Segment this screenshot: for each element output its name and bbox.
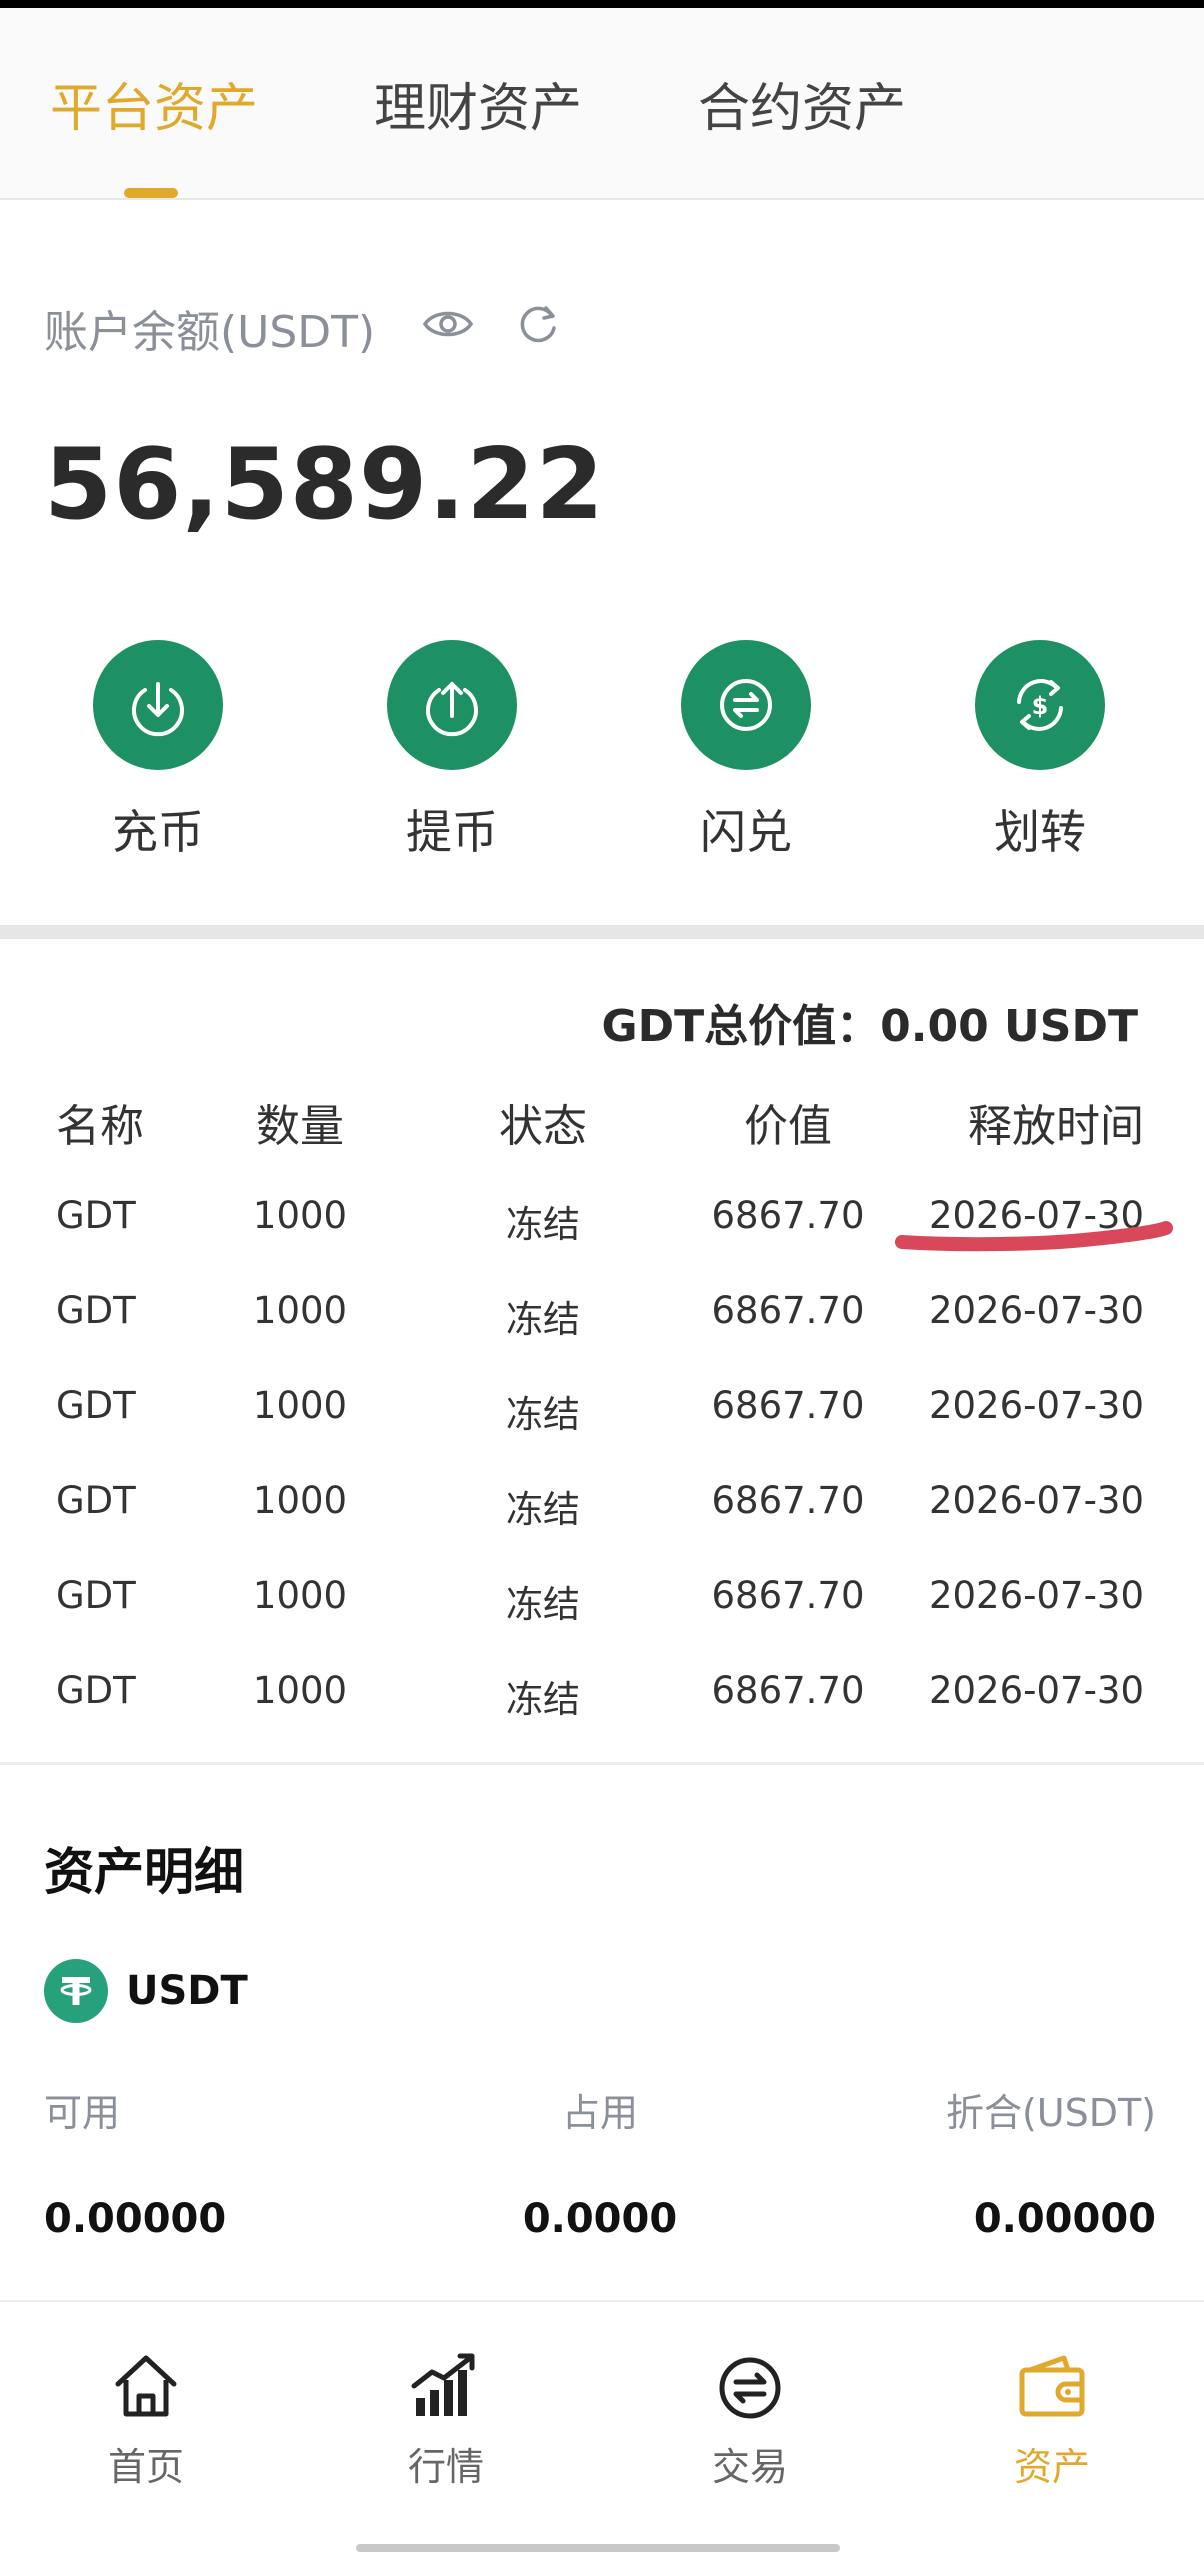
home-icon: [115, 2355, 177, 2417]
home-indicator: [356, 2544, 840, 2552]
available-label: 可用: [44, 2091, 121, 2135]
status-bar: [0, 0, 1204, 8]
table-row: GDT 1000 冻结 6867.70 2026-07-30: [0, 1273, 1204, 1368]
asset-tabs: 平台资产 理财资产 合约资产: [0, 8, 1204, 200]
cell-release-time: 2026-07-30: [928, 1479, 1144, 1522]
cell-value: 6867.70: [711, 1384, 865, 1427]
eye-icon[interactable]: [422, 302, 474, 346]
trade-icon: [719, 2357, 781, 2419]
occupied-label: 占用: [561, 2091, 639, 2135]
nav-home[interactable]: 首页: [46, 2350, 246, 2491]
transfer-icon: $: [975, 640, 1105, 770]
nav-assets[interactable]: 资产: [952, 2350, 1152, 2491]
cell-quantity: 1000: [252, 1289, 348, 1332]
swap-icon: [681, 640, 811, 770]
nav-market-label: 行情: [407, 2445, 484, 2489]
transfer-label: 划转: [994, 805, 1086, 859]
market-chart-icon: [411, 2353, 475, 2416]
withdraw-button[interactable]: 提币: [352, 640, 552, 862]
tab-contract-assets[interactable]: 合约资产: [698, 66, 906, 141]
deposit-label: 充币: [112, 805, 204, 859]
cell-quantity: 1000: [252, 1384, 348, 1427]
withdraw-icon: [387, 640, 517, 770]
transfer-button[interactable]: $ 划转: [940, 640, 1140, 862]
active-tab-indicator: [124, 188, 178, 198]
table-row: GDT 1000 冻结 6867.70 2026-07-30: [0, 1558, 1204, 1653]
swap-button[interactable]: 闪兑: [646, 640, 846, 862]
cell-value: 6867.70: [711, 1574, 865, 1617]
cell-release-time: 2026-07-30: [928, 1289, 1144, 1332]
cell-name: GDT: [56, 1384, 136, 1427]
gdt-total-amount: 0.00 USDT: [880, 1001, 1138, 1052]
header-quantity: 数量: [256, 1101, 344, 1152]
withdraw-label: 提币: [406, 805, 498, 859]
refresh-icon[interactable]: [516, 302, 560, 346]
table-row: GDT 1000 冻结 6867.70 2026-07-30: [0, 1368, 1204, 1463]
gdt-holdings-table: 名称 数量 状态 价值 释放时间 GDT 1000 冻结 6867.70 202…: [0, 1080, 1204, 1748]
cell-status: 冻结: [506, 1488, 580, 1531]
cell-status: 冻结: [506, 1583, 580, 1626]
cell-name: GDT: [56, 1194, 136, 1237]
header-value: 价值: [744, 1101, 832, 1152]
cell-name: GDT: [56, 1289, 136, 1332]
nav-assets-label: 资产: [1013, 2445, 1090, 2489]
cell-name: GDT: [56, 1574, 136, 1617]
cell-quantity: 1000: [252, 1574, 348, 1617]
table-row: GDT 1000 冻结 6867.70 2026-07-30: [0, 1653, 1204, 1748]
red-annotation-stroke: [895, 1221, 1173, 1252]
cell-quantity: 1000: [252, 1669, 348, 1712]
cell-status: 冻结: [506, 1393, 580, 1436]
coin-row[interactable]: USDT: [44, 1956, 248, 2026]
nav-trade-label: 交易: [711, 2445, 788, 2489]
balance-value: 56,589.22: [44, 428, 605, 542]
header-release-time: 释放时间: [968, 1101, 1144, 1152]
available-value: 0.00000: [44, 2196, 227, 2242]
cell-quantity: 1000: [252, 1194, 348, 1237]
header-name: 名称: [56, 1101, 144, 1152]
occupied-value: 0.0000: [522, 2196, 678, 2242]
table-header: 名称 数量 状态 价值 释放时间: [0, 1080, 1204, 1178]
tab-finance-assets[interactable]: 理财资产: [374, 66, 582, 141]
cell-status: 冻结: [506, 1678, 580, 1721]
deposit-button[interactable]: 充币: [58, 640, 258, 862]
converted-label: 折合(USDT): [945, 2091, 1156, 2135]
deposit-icon: [93, 640, 223, 770]
balance-label: 账户余额(USDT): [44, 307, 376, 358]
gdt-total-value: GDT总价值：0.00 USDT: [602, 990, 1139, 1054]
table-row: GDT 1000 冻结 6867.70 2026-07-30: [0, 1463, 1204, 1558]
header-status: 状态: [499, 1101, 587, 1152]
asset-detail-title: 资产明细: [44, 1843, 244, 1901]
section-divider-thin: [0, 1762, 1204, 1765]
nav-home-label: 首页: [107, 2445, 184, 2489]
cell-status: 冻结: [506, 1203, 580, 1246]
nav-trade[interactable]: 交易: [650, 2350, 850, 2491]
cell-name: GDT: [56, 1669, 136, 1712]
cell-value: 6867.70: [711, 1669, 865, 1712]
tab-platform-assets[interactable]: 平台资产: [50, 66, 258, 141]
coin-name: USDT: [126, 1968, 248, 2014]
bottom-nav: 首页 行情 交易 资产: [0, 2300, 1204, 2560]
cell-release-time: 2026-07-30: [928, 1384, 1144, 1427]
cell-value: 6867.70: [711, 1479, 865, 1522]
svg-text:$: $: [1032, 692, 1049, 720]
cell-release-time: 2026-07-30: [928, 1574, 1144, 1617]
swap-label: 闪兑: [700, 805, 792, 859]
tether-icon: [44, 1959, 108, 2023]
wallet-icon: [1019, 2355, 1085, 2417]
cell-status: 冻结: [506, 1298, 580, 1341]
gdt-total-label: GDT总价值：: [601, 1001, 881, 1052]
cell-name: GDT: [56, 1479, 136, 1522]
quick-actions: 充币 提币 闪兑 $ 划转: [0, 640, 1204, 880]
cell-quantity: 1000: [252, 1479, 348, 1522]
section-divider: [0, 925, 1204, 939]
cell-value: 6867.70: [711, 1194, 865, 1237]
cell-value: 6867.70: [711, 1289, 865, 1332]
nav-market[interactable]: 行情: [346, 2350, 546, 2491]
cell-release-time: 2026-07-30: [928, 1669, 1144, 1712]
converted-value: 0.00000: [973, 2196, 1156, 2242]
